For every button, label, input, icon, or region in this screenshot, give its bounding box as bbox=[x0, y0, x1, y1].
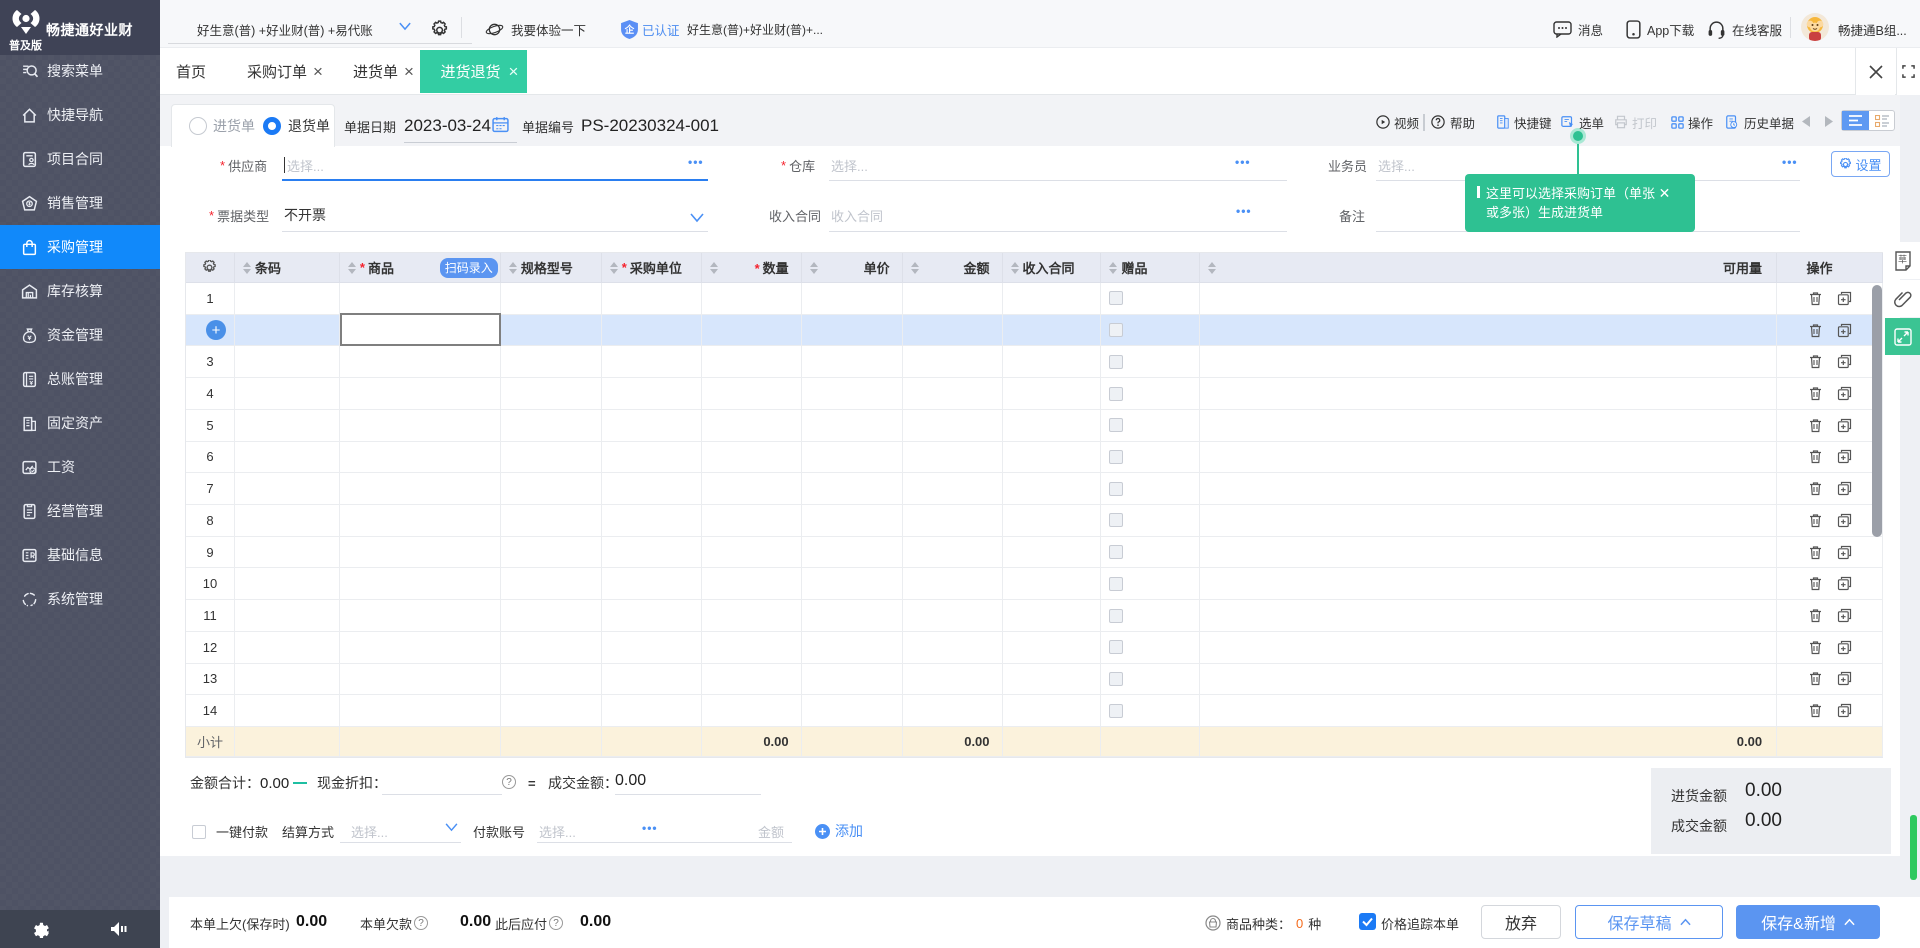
svg-text:草: 草 bbox=[1897, 253, 1906, 264]
svg-text:企: 企 bbox=[624, 24, 635, 36]
